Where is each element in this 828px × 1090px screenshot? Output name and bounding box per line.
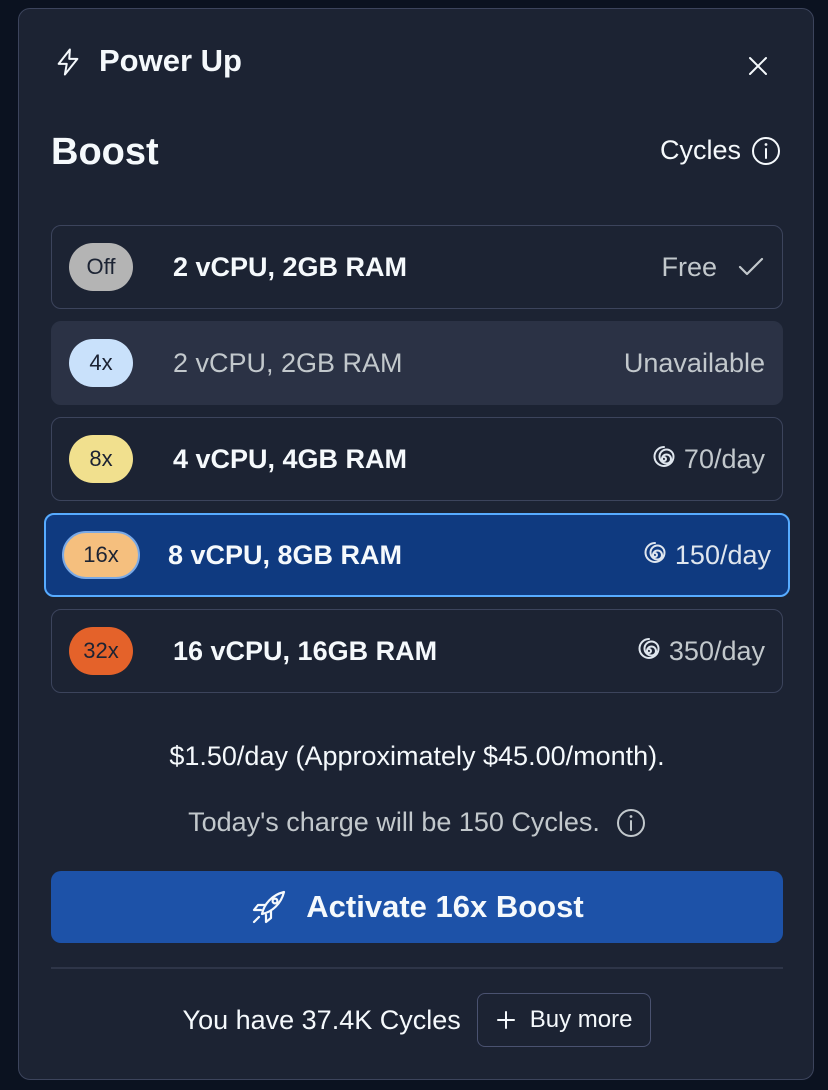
boost-badge: 4x	[69, 339, 133, 387]
power-up-dialog: Power Up Boost Cycles Off 2 vCPU, 2GB RA…	[18, 8, 814, 1080]
rocket-icon	[250, 888, 288, 926]
cycles-label: Cycles	[659, 135, 741, 165]
charge-summary: Today's charge will be 150 Cycles.	[19, 807, 815, 838]
boost-badge: 32x	[69, 627, 133, 675]
boost-badge: 16x	[62, 531, 140, 579]
boost-badge: Off	[69, 243, 133, 291]
boost-price: 350/day	[635, 636, 765, 667]
boost-spec: 4 vCPU, 4GB RAM	[173, 443, 408, 474]
cycles-spiral-icon	[650, 445, 678, 473]
boost-price: Unavailable	[624, 348, 765, 379]
boost-option-8x[interactable]: 8x 4 vCPU, 4GB RAM 70/day	[51, 417, 783, 501]
boost-option-16x[interactable]: 16x 8 vCPU, 8GB RAM 150/day	[44, 513, 790, 597]
boost-option-32x[interactable]: 32x 16 vCPU, 16GB RAM 350/day	[51, 609, 783, 693]
info-icon[interactable]	[616, 808, 646, 838]
boost-price: 70/day	[650, 444, 765, 475]
dialog-title: Power Up	[99, 43, 242, 78]
cycles-info-link[interactable]: Cycles	[660, 135, 781, 166]
price-label: 70/day	[683, 443, 765, 474]
boost-badge: 8x	[69, 435, 133, 483]
boost-price: 150/day	[641, 540, 771, 571]
cycles-balance: You have 37.4K Cycles	[182, 1004, 461, 1035]
boost-heading: Boost	[51, 131, 159, 173]
info-icon	[751, 136, 781, 166]
price-label: 350/day	[668, 635, 765, 666]
cycles-spiral-icon	[635, 637, 663, 665]
plus-icon	[496, 1010, 516, 1030]
boost-spec: 2 vCPU, 2GB RAM	[173, 251, 408, 282]
boost-option-off[interactable]: Off 2 vCPU, 2GB RAM Free	[51, 225, 783, 309]
activate-boost-button[interactable]: Activate 16x Boost	[51, 871, 783, 943]
activate-label: Activate 16x Boost	[306, 889, 584, 924]
lightning-icon	[53, 47, 83, 77]
checkmark-icon	[737, 256, 765, 278]
cost-summary: $1.50/day (Approximately $45.00/month).	[169, 741, 665, 771]
boost-spec: 8 vCPU, 8GB RAM	[168, 539, 403, 570]
boost-spec: 2 vCPU, 2GB RAM	[173, 347, 403, 378]
footer: You have 37.4K Cycles Buy more	[19, 993, 815, 1047]
boost-price: Free	[661, 252, 765, 283]
boost-option-4x: 4x 2 vCPU, 2GB RAM Unavailable	[51, 321, 783, 405]
price-label: Free	[661, 251, 717, 282]
buy-more-label: Buy more	[529, 1006, 633, 1033]
close-icon	[748, 56, 768, 76]
close-button[interactable]	[741, 49, 775, 83]
charge-text: Today's charge will be 150 Cycles.	[188, 807, 600, 837]
price-label: Unavailable	[623, 347, 765, 378]
cycles-spiral-icon	[641, 541, 669, 569]
buy-more-button[interactable]: Buy more	[476, 993, 652, 1047]
boost-spec: 16 vCPU, 16GB RAM	[173, 635, 438, 666]
divider	[51, 967, 783, 969]
price-label: 150/day	[674, 539, 771, 570]
